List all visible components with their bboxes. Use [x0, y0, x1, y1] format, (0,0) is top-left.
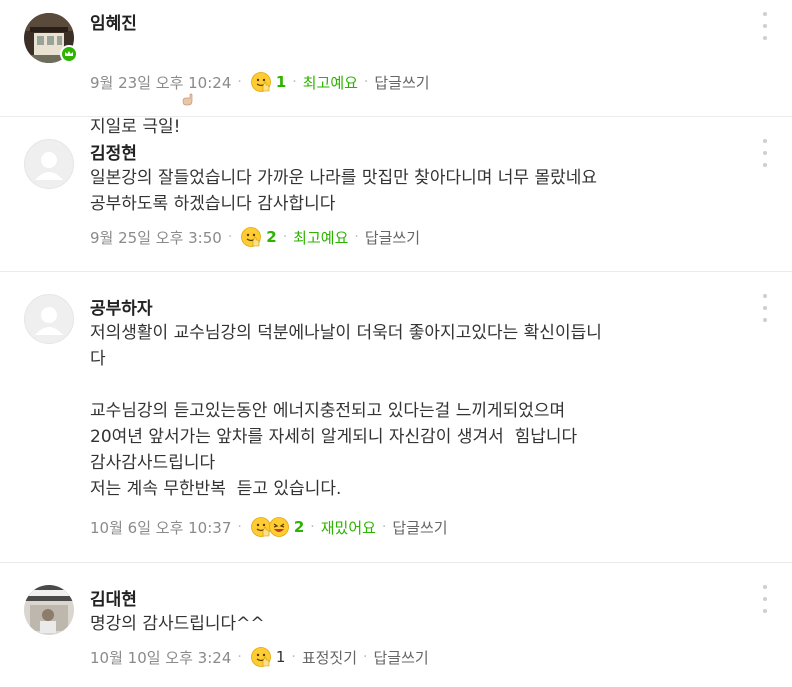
- comment-item: 김정현 일본강의 잘들었습니다 가까운 나라를 맛집만 찾아다니며 너무 몰랐네…: [0, 117, 792, 271]
- comment-meta: 10월 10일 오후 3:24 · 1 · 표정짓기 · 답글쓰기: [90, 644, 429, 670]
- meta-dot: ·: [237, 649, 242, 665]
- comment-date: 9월 25일 오후 3:50: [90, 228, 222, 247]
- meta-dot: ·: [237, 519, 242, 535]
- comment-item: 김대현 명강의 감사드립니다^^ 10월 10일 오후 3:24 · 1 · 표…: [0, 563, 792, 687]
- meta-dot: ·: [237, 74, 242, 90]
- avatar[interactable]: [24, 139, 74, 189]
- comment-meta: 9월 25일 오후 3:50 · 2 · 최고예요 · 답글쓰기: [90, 224, 420, 250]
- reaction-count: 2: [266, 228, 277, 246]
- laugh-emoji-icon[interactable]: [268, 516, 290, 538]
- avatar-photo: [24, 585, 74, 635]
- meta-dot: ·: [310, 519, 315, 535]
- meta-dot: ·: [291, 649, 296, 665]
- comment-body: 일본강의 잘들었습니다 가까운 나라를 맛집만 찾아다니며 너무 몰랐네요 공부…: [90, 168, 598, 214]
- comment-author[interactable]: 김대현: [90, 585, 137, 610]
- comment-item: 임혜진 지일로 극일! 9월 23일 오후 10:24 · 1 · 최고예요 ·…: [0, 0, 792, 137]
- more-vertical-icon[interactable]: [758, 139, 772, 167]
- more-vertical-icon[interactable]: [758, 585, 772, 613]
- thumb-up-emoji-icon[interactable]: [240, 226, 262, 248]
- reply-button[interactable]: 답글쓰기: [373, 647, 428, 668]
- reply-button[interactable]: 답글쓰기: [365, 227, 420, 248]
- meta-dot: ·: [381, 519, 387, 535]
- reaction-button[interactable]: 재밌어요: [321, 517, 376, 538]
- meta-dot: ·: [363, 74, 369, 90]
- avatar[interactable]: [24, 294, 74, 344]
- comment-date: 9월 23일 오후 10:24: [90, 73, 232, 92]
- comment-date: 10월 10일 오후 3:24: [90, 648, 232, 667]
- meta-dot: ·: [292, 74, 297, 90]
- crown-badge-icon: [60, 45, 78, 63]
- meta-dot: ·: [363, 649, 368, 665]
- comment-author[interactable]: 공부하자: [90, 294, 153, 319]
- reaction-count: 1: [275, 648, 286, 666]
- comment-author[interactable]: 임혜진: [90, 9, 137, 34]
- pointing-hand-emoji-icon: [181, 38, 197, 106]
- reaction-button[interactable]: 표정짓기: [302, 647, 357, 668]
- avatar[interactable]: [24, 585, 74, 635]
- more-vertical-icon[interactable]: [758, 294, 772, 322]
- reply-button[interactable]: 답글쓰기: [392, 517, 447, 538]
- meta-dot: ·: [282, 229, 288, 245]
- comment-meta: 9월 23일 오후 10:24 · 1 · 최고예요 · 답글쓰기: [90, 69, 430, 95]
- comment-item: 공부하자 저의생활이 교수님강의 덕분에나날이 더욱더 좋아지고있다는 확신이듭…: [0, 272, 792, 562]
- comment-body: 명강의 감사드립니다^^: [90, 614, 265, 634]
- thumb-up-emoji-icon[interactable]: [250, 646, 272, 668]
- default-avatar-icon: [35, 152, 63, 180]
- reaction-count: 1: [275, 73, 287, 91]
- comment-date: 10월 6일 오후 10:37: [90, 518, 232, 537]
- meta-dot: ·: [227, 229, 233, 245]
- comment-body: 저의생활이 교수님강의 덕분에나날이 더욱더 좋아지고있다는 확신이듭니 다 교…: [90, 323, 602, 499]
- reaction-button[interactable]: 최고예요: [293, 227, 348, 248]
- reply-button[interactable]: 답글쓰기: [374, 72, 429, 93]
- comment-meta: 10월 6일 오후 10:37 · 2 · 재밌어요 · 답글쓰기: [90, 514, 448, 540]
- more-vertical-icon[interactable]: [758, 12, 772, 40]
- reaction-button[interactable]: 최고예요: [303, 72, 358, 93]
- default-avatar-icon: [35, 307, 63, 335]
- meta-dot: ·: [354, 229, 359, 245]
- thumb-up-emoji-icon[interactable]: [250, 71, 272, 93]
- comment-author[interactable]: 김정현: [90, 139, 137, 164]
- reaction-count: 2: [293, 518, 305, 536]
